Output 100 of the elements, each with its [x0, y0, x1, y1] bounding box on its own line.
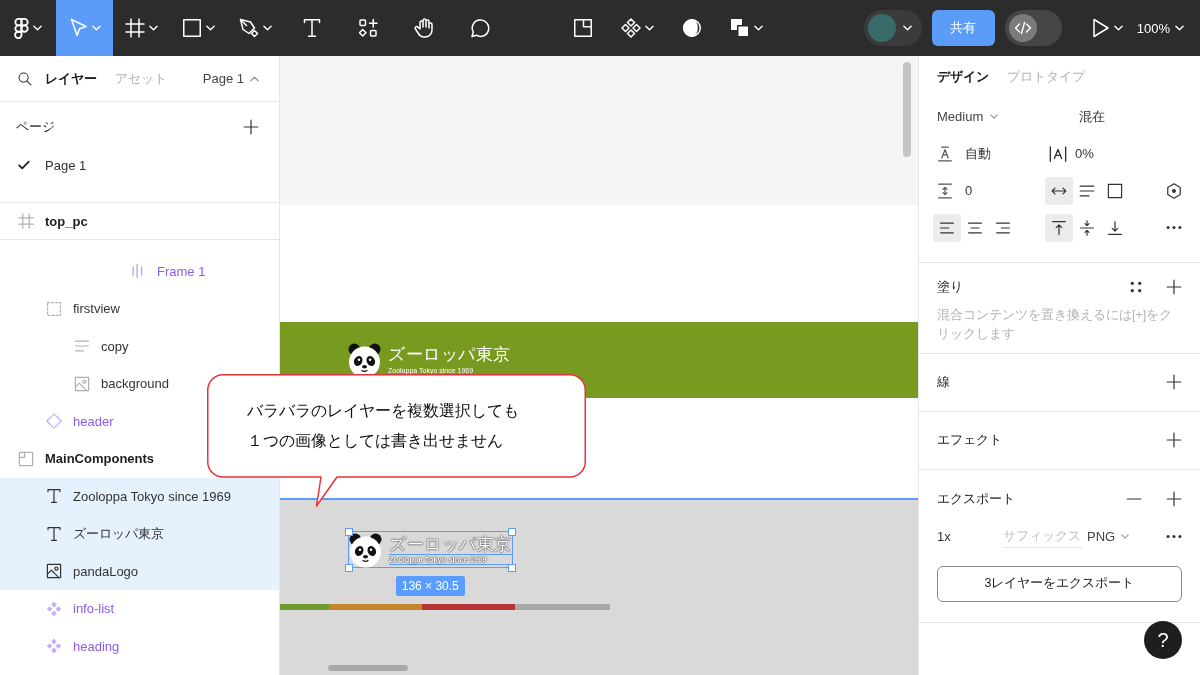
layer-item[interactable]: top_pc [0, 203, 279, 240]
four-diamonds-icon [46, 638, 62, 655]
font-style-dropdown[interactable]: Medium [937, 109, 1079, 124]
toggle-button[interactable] [1045, 213, 1073, 242]
comment-icon [470, 18, 490, 38]
section-title: 塗り [937, 278, 963, 296]
caret-icon [92, 25, 101, 31]
hand-icon [414, 18, 434, 38]
zoom-menu-button[interactable]: 100% [1130, 8, 1190, 48]
hash-icon [125, 18, 145, 38]
section-frame-icon [18, 450, 34, 467]
export-button[interactable]: 3レイヤーをエクスポート [937, 565, 1182, 602]
cursor-arrow-icon [68, 18, 88, 38]
text-icon [46, 525, 62, 542]
text-icon [46, 488, 62, 505]
callout-text: １つの画像としては書き出せません [247, 431, 504, 451]
four-diamonds-icon [621, 18, 641, 38]
align-top-icon [1051, 219, 1067, 236]
caret-icon [149, 25, 158, 31]
plus-icon[interactable] [1166, 279, 1182, 295]
line-height-field[interactable]: 自動 [965, 144, 991, 163]
letter-spacing-icon [1048, 144, 1068, 163]
layer-item[interactable]: MainComponents [0, 440, 165, 478]
panda-icon [349, 531, 382, 568]
layer-item[interactable]: pandaLogo [0, 552, 279, 590]
resize-handle[interactable] [508, 527, 516, 536]
toggle-button[interactable] [1045, 176, 1073, 205]
shapes-grid-icon [358, 18, 378, 38]
layer-item[interactable]: firstview [0, 290, 130, 328]
pen-nib-icon [239, 18, 259, 38]
panel-tab[interactable]: デザイン [937, 68, 989, 86]
panel-layout-icon [573, 18, 593, 38]
resize-handle[interactable] [344, 527, 353, 536]
plus-icon[interactable] [1166, 490, 1182, 507]
layer-item[interactable]: Zooloppa Tokyo since 1969 [0, 477, 279, 515]
page-switcher[interactable]: Page 1 [202, 71, 259, 86]
align-bottom-icon [1107, 219, 1123, 236]
page-item[interactable]: Page 1 [0, 146, 279, 184]
layer-item[interactable]: background [0, 365, 179, 403]
section-title: ページ [16, 118, 55, 136]
font-size-field[interactable]: 混在 [1079, 107, 1105, 126]
caret-icon [1175, 25, 1184, 31]
dashed-square-icon [46, 300, 62, 317]
format-dropdown[interactable]: PNG [1087, 529, 1130, 544]
hexagon-icon[interactable] [1166, 182, 1182, 199]
caret-icon [206, 25, 215, 31]
panel-tab[interactable]: レイヤー [45, 69, 97, 88]
plus-icon[interactable] [1166, 432, 1182, 448]
plus-icon[interactable] [243, 119, 259, 135]
section-title: 線 [937, 373, 950, 391]
layer-item[interactable]: Frame 1 [0, 252, 216, 290]
caret-icon [263, 25, 272, 31]
vertical-scrollbar[interactable] [903, 62, 911, 157]
four-dots-icon[interactable] [1130, 281, 1142, 293]
avatar-icon [867, 14, 896, 42]
paragraph-spacing-icon [937, 182, 953, 199]
paragraph-spacing-field[interactable]: 0 [965, 183, 973, 198]
caret-icon [1113, 25, 1123, 31]
layer-item[interactable]: copy [0, 327, 139, 365]
caret-icon [645, 25, 654, 31]
diamond-icon [46, 413, 62, 430]
image-icon [46, 563, 62, 580]
resize-handle[interactable] [508, 563, 516, 572]
help-button[interactable]: ? [1144, 621, 1182, 659]
four-diamonds-icon [46, 600, 62, 617]
more-icon[interactable] [1166, 225, 1182, 230]
callout-text: バラバラのレイヤーを複数選択しても [247, 401, 519, 421]
overlapping-squares-icon [730, 18, 750, 38]
caret-icon [1121, 534, 1130, 539]
size-label: 136 × 30.5 [395, 576, 465, 596]
horizontal-scrollbar[interactable] [328, 665, 408, 671]
caret-icon [250, 75, 259, 82]
hint-text: 混合コンテンツを置き換えるには[+]をクリックします [937, 306, 1174, 343]
search-icon[interactable] [18, 71, 32, 86]
more-icon[interactable] [1166, 534, 1182, 539]
logo-title: ズーロッパ東京 [388, 345, 511, 364]
caret-icon [754, 25, 763, 31]
layer-item[interactable]: info-list [0, 590, 125, 628]
hash-icon [18, 213, 34, 229]
section-title: エクスポート [937, 489, 1015, 508]
scale-field[interactable]: 1x [937, 529, 1003, 544]
caret-icon [902, 25, 912, 31]
square-icon [1107, 182, 1123, 199]
app-logo-icon [14, 17, 29, 39]
line-height-icon [937, 145, 953, 162]
layer-item[interactable]: ズーロッパ東京 [0, 515, 279, 553]
caret-icon [990, 114, 999, 119]
letter-spacing-field[interactable]: 0% [1075, 146, 1094, 161]
resize-handle[interactable] [344, 563, 353, 572]
code-icon [1008, 14, 1037, 42]
toggle-button[interactable] [933, 213, 961, 242]
plus-icon[interactable] [1166, 374, 1182, 390]
half-circle-icon [682, 18, 702, 38]
dev-mode-toggle[interactable] [1004, 10, 1062, 46]
square-icon [182, 18, 202, 38]
text-tool-icon [302, 18, 322, 38]
layer-item[interactable]: header [0, 402, 124, 440]
section-title: エフェクト [937, 431, 1002, 449]
layer-item[interactable]: heading [0, 627, 130, 665]
caret-icon [33, 25, 42, 31]
